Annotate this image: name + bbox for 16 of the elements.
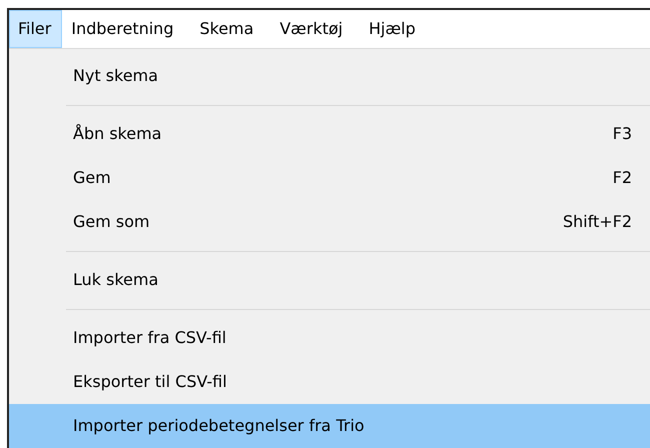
menu-item[interactable]: Nyt skema (9, 54, 650, 98)
menu-bar-item[interactable]: Filer (9, 10, 62, 48)
menu-bar-item[interactable]: Hjælp (360, 10, 433, 48)
menu-item[interactable]: Eksporter til CSV-fil (9, 360, 650, 404)
shortcut-label: F2 (612, 167, 632, 189)
menu-item[interactable]: Importer periodebetegnelser fra Trio (9, 404, 650, 448)
menu-bar-item[interactable]: Indberetning (62, 10, 191, 48)
menu-item[interactable]: Luk skema (9, 258, 650, 302)
shortcut-label: Shift+F2 (562, 211, 632, 233)
menu-item[interactable]: Importer fra CSV-fil (9, 316, 650, 360)
menu-bar-item[interactable]: Skema (190, 10, 271, 48)
menu-item[interactable]: Gem som Shift+F2 (9, 200, 650, 244)
shortcut-label: F3 (612, 123, 632, 145)
menu-item[interactable]: Gem F2 (9, 156, 650, 200)
menu-item[interactable]: Åbn skema F3 (9, 112, 650, 156)
menu-bar-item[interactable]: Værktøj (270, 10, 360, 48)
